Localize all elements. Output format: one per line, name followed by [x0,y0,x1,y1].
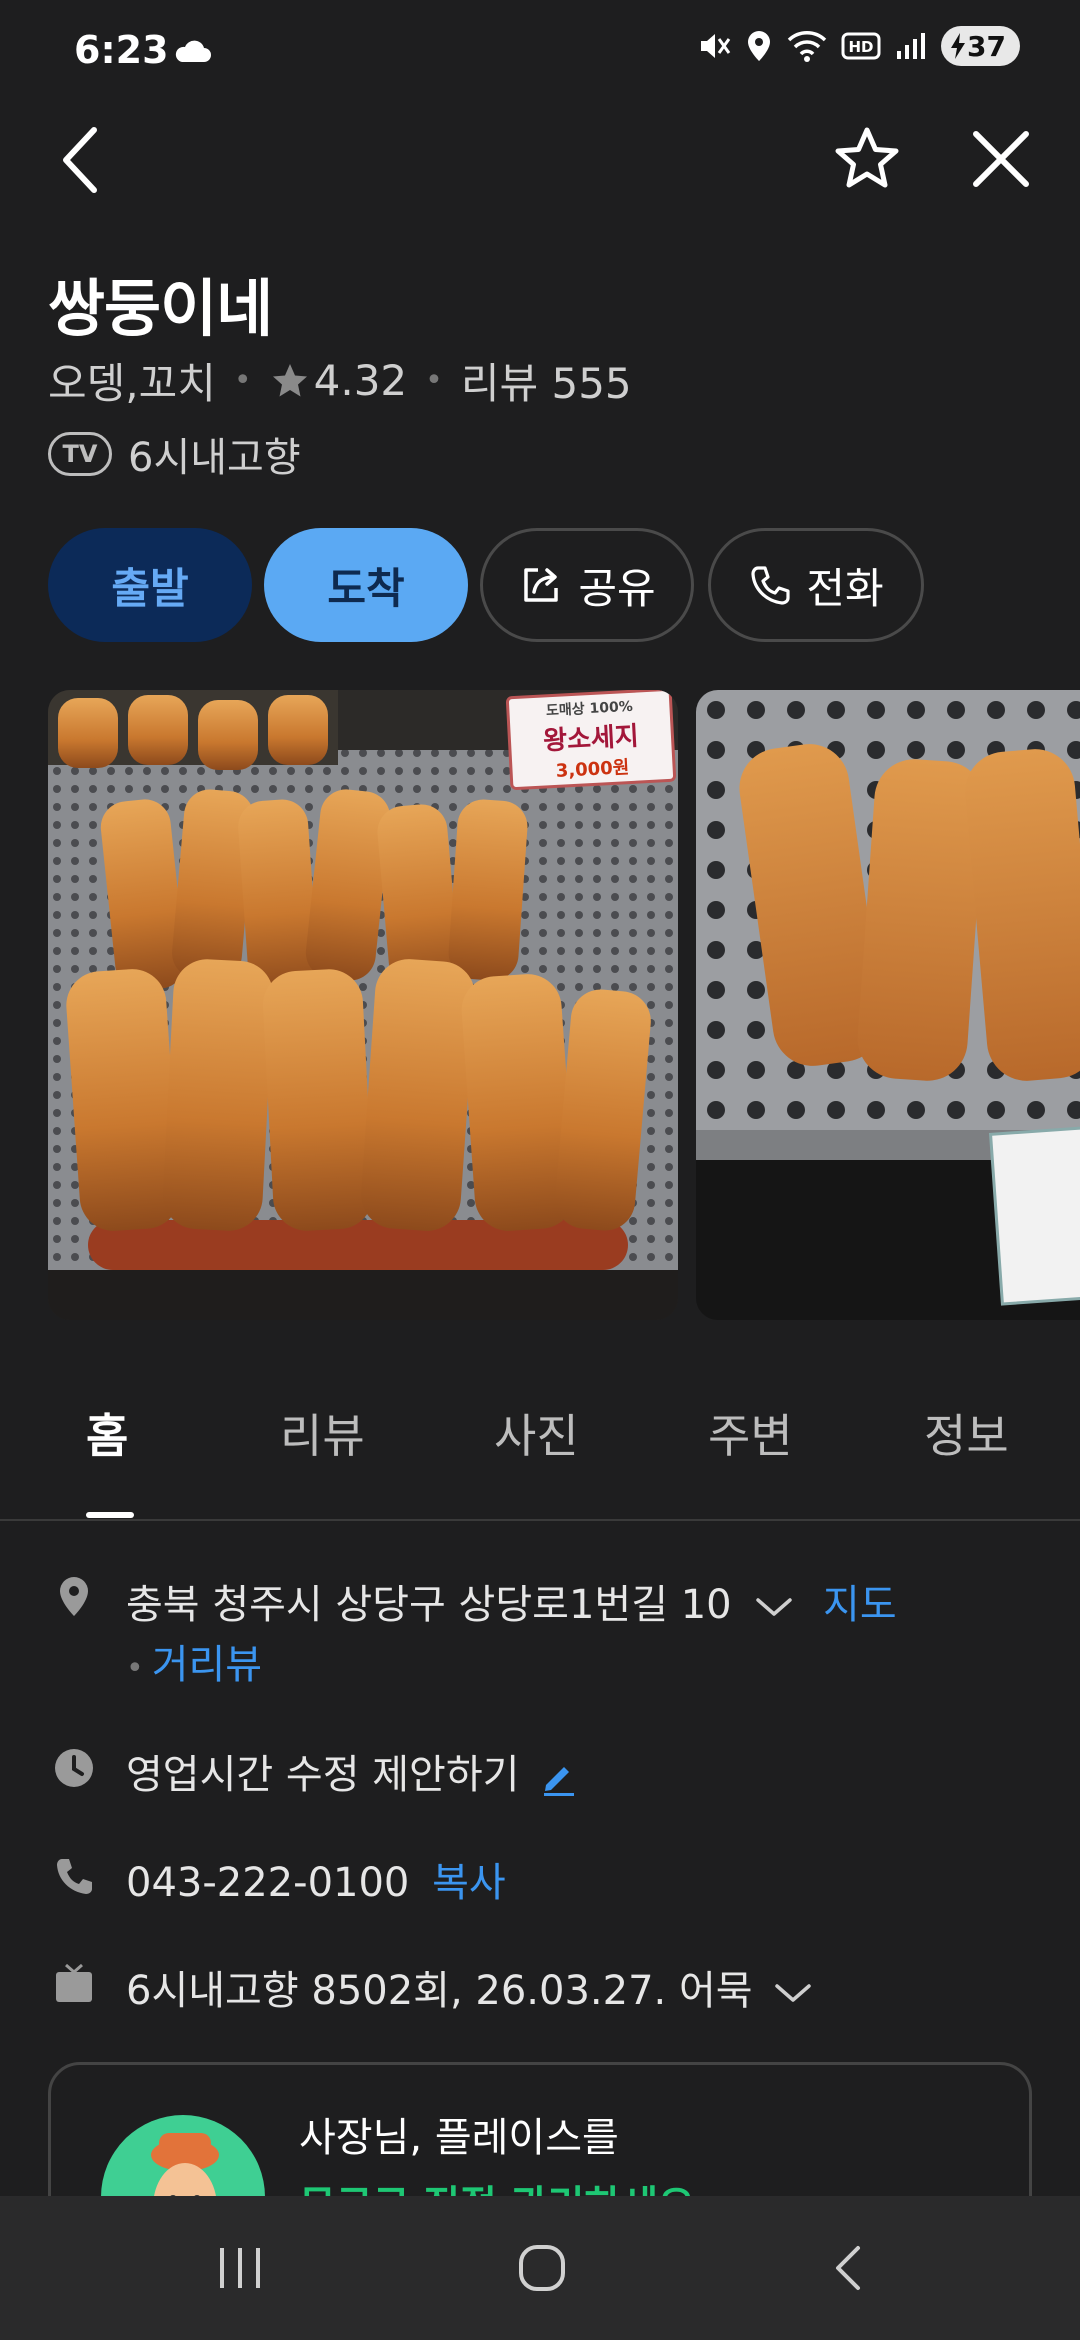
address-row: 충북 청주시 상당구 상당로1번길 10 지도 [126,1572,897,1630]
location-icon [748,31,771,61]
home-icon[interactable] [516,2242,568,2294]
food-photo-image [696,690,1080,1320]
tab-nearby[interactable]: 주변 [708,1400,793,1466]
recent-apps-icon[interactable] [214,2242,266,2294]
price-sign-price: 3,000원 [555,756,630,782]
status-time: 6:23 [74,28,169,72]
tv-episode-text: 6시내고향 8502회, 26.03.27. 어묵 [126,1968,753,2014]
tv-icon [56,1963,92,2002]
status-bar: 6:23 HD 37 [0,0,1080,105]
tab-divider [0,1519,1080,1521]
copy-link[interactable]: 복사 [432,1860,506,1906]
place-meta-row: 오뎅,꼬치 • 4.32 • 리뷰 555 [48,350,632,411]
owner-card-title: 사장님, 플레이스를 [299,2115,619,2161]
battery-indicator: 37 [941,26,1020,66]
signal-icon [897,33,926,59]
rating-value: 4.32 [313,356,408,405]
separator-dot: • [425,363,443,398]
tv-badge-icon: TV [48,432,112,476]
chevron-down-icon[interactable] [773,1978,813,2008]
tab-photos[interactable]: 사진 [494,1400,579,1466]
tv-episode-row[interactable]: 6시내고향 8502회, 26.03.27. 어묵 [126,1958,813,2016]
location-pin-icon [60,1577,88,1616]
category-label: 오뎅,꼬치 [48,359,216,408]
star-icon [272,363,307,396]
call-label: 전화 [806,563,884,613]
tab-home[interactable]: 홈 [86,1400,128,1466]
depart-label: 출발 [111,563,189,613]
photo-thumbnail[interactable]: 도매상 100% 왕소세지 3,000원 [48,690,678,1320]
price-sign-main: 왕소세지 [542,721,640,756]
street-view-link[interactable]: 거리뷰 [152,1642,262,1688]
street-view-row: • 거리뷰 [126,1632,262,1690]
call-button[interactable]: 전화 [708,528,924,642]
separator-dot: • [126,1651,144,1686]
favorite-star-button[interactable] [832,124,902,194]
system-back-icon[interactable] [824,2242,876,2294]
phone-icon [57,1859,92,1894]
hd-icon: HD [841,32,881,60]
phone-row: 043-222-0100 복사 [126,1850,506,1908]
tab-bar: 홈 리뷰 사진 주변 정보 [0,1400,1080,1520]
wifi-icon [787,31,827,62]
clock-icon [55,1749,93,1787]
chevron-down-icon[interactable] [754,1592,794,1622]
hours-suggest-text: 영업시간 수정 제안하기 [126,1752,520,1798]
map-link[interactable]: 지도 [823,1582,897,1628]
share-icon [524,568,559,602]
charging-bolt-icon [951,33,966,59]
back-button[interactable] [50,120,110,200]
tab-reviews[interactable]: 리뷰 [280,1400,365,1466]
phone-icon [751,566,790,605]
tv-show-row: TV 6시내고향 [48,425,301,483]
status-icons: HD 37 [697,26,1020,66]
separator-dot: • [233,363,252,398]
svg-text:HD: HD [849,38,874,56]
edit-pencil-icon[interactable] [538,1757,578,1797]
price-sign: 도매상 100% 왕소세지 3,000원 [505,690,677,791]
close-button[interactable] [966,124,1036,194]
mute-icon [701,34,731,58]
arrive-label: 도착 [327,563,405,613]
photo-thumbnail[interactable] [696,690,1080,1320]
active-tab-indicator [86,1512,134,1518]
hours-suggest-row[interactable]: 영업시간 수정 제안하기 [126,1742,578,1800]
depart-button[interactable]: 출발 [48,528,252,642]
phone-number[interactable]: 043-222-0100 [126,1860,409,1906]
arrive-button[interactable]: 도착 [264,528,468,642]
review-count[interactable]: 리뷰 555 [461,350,632,411]
weather-cloud-moon-icon [175,40,211,62]
battery-level: 37 [967,29,1006,63]
place-title: 쌍둥이네 [48,272,273,345]
tab-info[interactable]: 정보 [924,1400,1009,1466]
system-nav-bar [0,2196,1080,2340]
share-button[interactable]: 공유 [480,528,694,642]
tv-show-name: 6시내고향 [128,435,301,481]
address-text: 충북 청주시 상당구 상당로1번길 10 [126,1582,732,1628]
share-label: 공유 [578,563,656,613]
